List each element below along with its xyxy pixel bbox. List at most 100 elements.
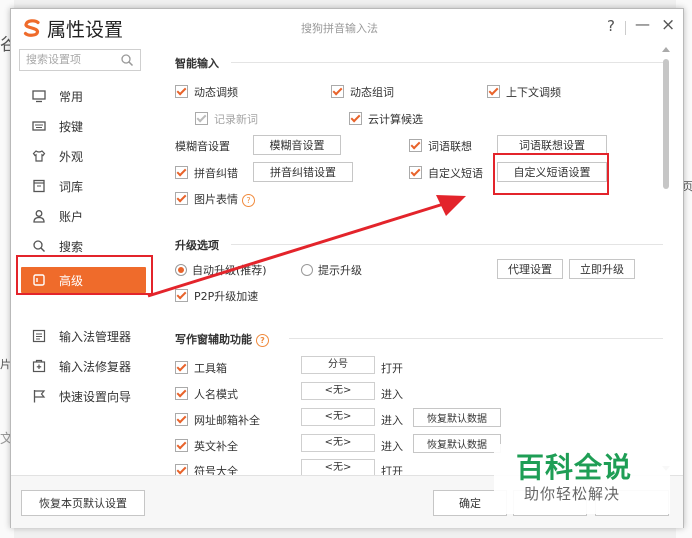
checkbox-box[interactable] (175, 413, 188, 426)
radio-prompt-upgrade[interactable]: 提示升级 (301, 262, 362, 278)
sidebar-item-dictionary[interactable]: 词库 (21, 173, 146, 199)
checkbox-box[interactable] (175, 85, 188, 98)
checkbox-box[interactable] (487, 85, 500, 98)
fuzzy-settings-button[interactable]: 模糊音设置 (253, 135, 341, 155)
checkbox-box[interactable] (175, 289, 188, 302)
book-icon (33, 179, 45, 193)
checkbox-label: 图片表情 (194, 193, 238, 206)
checkbox-label: 记录新词 (214, 113, 258, 126)
help-icon[interactable]: ? (242, 194, 255, 207)
watermark-subtitle: 助你轻松解决 (524, 485, 621, 503)
checkbox-box[interactable] (175, 166, 188, 179)
section-divider (289, 338, 663, 339)
radio-dot[interactable] (175, 264, 187, 276)
sidebar-item-label: 账户 (59, 210, 84, 224)
checkbox-url-email-complete[interactable]: 网址邮箱补全 (175, 412, 260, 428)
scrollbar-thumb[interactable] (663, 59, 669, 189)
hotkey-field-english[interactable]: <无> (301, 434, 375, 452)
sidebar-item-label: 搜索 (59, 240, 84, 254)
checkbox-name-mode[interactable]: 人名模式 (175, 386, 238, 402)
hotkey-field-symbols[interactable]: <无> (301, 459, 375, 475)
checkbox-label: 动态调频 (194, 86, 238, 99)
restore-page-defaults-button[interactable]: 恢复本页默认设置 (21, 490, 145, 516)
hotkey-field-url-email[interactable]: <无> (301, 408, 375, 426)
sidebar-tool-ime-manager[interactable]: 输入法管理器 (21, 323, 146, 349)
checkbox-english-complete[interactable]: 英文补全 (175, 438, 238, 454)
checkbox-pinyin-correction[interactable]: 拼音纠错 (175, 165, 238, 181)
pinyin-correction-settings-button[interactable]: 拼音纠错设置 (253, 162, 353, 182)
checkbox-box[interactable] (195, 112, 208, 125)
radio-dot[interactable] (301, 264, 313, 276)
sidebar-item-keys[interactable]: 按键 (21, 113, 146, 139)
checkbox-box[interactable] (175, 361, 188, 374)
sidebar-tool-ime-repair[interactable]: 输入法修复器 (21, 353, 146, 379)
search-icon[interactable] (120, 53, 134, 67)
user-icon (33, 210, 45, 223)
checkbox-dynamic-phrase[interactable]: 动态组词 (331, 84, 394, 100)
checkbox-label: 工具箱 (194, 362, 227, 375)
monitor-icon (32, 90, 46, 103)
checkbox-picture-emoji[interactable]: 图片表情? (175, 191, 255, 207)
hotkey-field-name-mode[interactable]: <无> (301, 382, 375, 400)
checkbox-label: 符号大全 (194, 465, 238, 475)
checkbox-dynamic-freq[interactable]: 动态调频 (175, 84, 238, 100)
checkbox-box[interactable] (175, 439, 188, 452)
settings-search-input[interactable] (26, 53, 114, 66)
scroll-up-arrow-icon[interactable] (662, 47, 670, 52)
sidebar-item-label: 常用 (59, 90, 84, 104)
search-icon (33, 240, 45, 252)
checkbox-box[interactable] (175, 464, 188, 475)
checkbox-record-new-words[interactable]: 记录新词 (195, 111, 258, 127)
checkbox-box[interactable] (175, 192, 188, 205)
product-title: 搜狗拼音输入法 (301, 22, 378, 35)
sidebar-item-appearance[interactable]: 外观 (21, 143, 146, 169)
upgrade-now-button[interactable]: 立即升级 (569, 259, 635, 279)
checkbox-toolbox[interactable]: 工具箱 (175, 360, 227, 376)
checkbox-context-freq[interactable]: 上下文调频 (487, 84, 561, 100)
annotation-highlight-custom-phrase (493, 153, 609, 195)
checkbox-label: 动态组词 (350, 86, 394, 99)
vertical-scrollbar[interactable] (661, 45, 671, 473)
row-action-label: 打开 (381, 465, 403, 475)
checkbox-word-association[interactable]: 词语联想 (409, 138, 472, 154)
checkbox-cloud-candidates[interactable]: 云计算候选 (349, 111, 423, 127)
checkbox-custom-phrase[interactable]: 自定义短语 (409, 165, 483, 181)
sidebar-tool-setup-wizard[interactable]: 快速设置向导 (21, 383, 146, 409)
help-icon[interactable]: ? (256, 334, 269, 347)
radio-auto-upgrade[interactable]: 自动升级(推荐) (175, 262, 267, 278)
row-action-label: 进入 (381, 388, 403, 401)
minimize-button[interactable]: — (635, 15, 650, 33)
radio-label: 提示升级 (318, 264, 362, 277)
row-action-label: 进入 (381, 440, 403, 453)
word-association-settings-button[interactable]: 词语联想设置 (497, 135, 607, 155)
help-button[interactable]: ? (607, 17, 615, 35)
watermark-title: 百科全说 (516, 451, 633, 484)
checkbox-box[interactable] (349, 112, 362, 125)
sidebar-item-common[interactable]: 常用 (21, 83, 146, 109)
checkbox-label: 云计算候选 (368, 113, 423, 126)
sogou-logo-icon (23, 19, 40, 37)
title-bar[interactable]: 属性设置 搜狗拼音输入法 ? — × (11, 9, 683, 43)
checkbox-box[interactable] (331, 85, 344, 98)
row-action-label: 进入 (381, 414, 403, 427)
proxy-settings-button[interactable]: 代理设置 (497, 259, 563, 279)
row-action-label: 打开 (381, 362, 403, 375)
close-button[interactable]: × (661, 15, 675, 35)
hotkey-field-toolbox[interactable]: 分号 (301, 356, 375, 374)
sidebar-item-label: 按键 (59, 120, 84, 134)
keyboard-icon (32, 121, 46, 131)
checkbox-box[interactable] (409, 139, 422, 152)
checkbox-symbol-collection[interactable]: 符号大全 (175, 463, 238, 475)
checkbox-label: P2P升级加速 (194, 290, 259, 303)
checkbox-p2p-upgrade[interactable]: P2P升级加速 (175, 288, 258, 304)
checkbox-box[interactable] (175, 387, 188, 400)
window-title: 属性设置 (47, 19, 124, 41)
watermark: 百科全说 助你轻松解决 (494, 444, 670, 514)
sidebar-item-account[interactable]: 账户 (21, 203, 146, 229)
restore-default-data-button[interactable]: 恢复默认数据 (413, 408, 501, 427)
checkbox-box[interactable] (409, 166, 422, 179)
section-title-text: 写作窗辅助功能 (175, 333, 252, 346)
settings-content: 智能输入 动态调频 动态组词 上下文调频 记录新词 云计算候选 模糊音设置 模糊… (151, 43, 671, 475)
restore-default-data-button[interactable]: 恢复默认数据 (413, 434, 501, 453)
settings-search-box[interactable] (19, 49, 141, 71)
